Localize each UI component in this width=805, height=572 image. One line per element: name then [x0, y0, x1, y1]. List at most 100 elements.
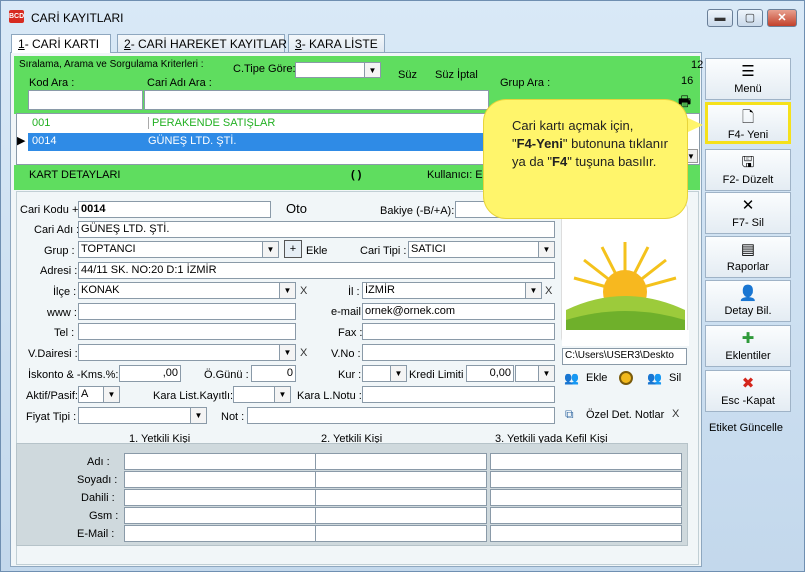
contact2-email-input[interactable]: [315, 525, 487, 542]
chevron-down-icon: ▼: [279, 345, 295, 360]
ogunu-input[interactable]: 0: [251, 365, 296, 382]
cari-adi-ara-input[interactable]: [144, 90, 489, 110]
menu-icon: ☰: [741, 63, 755, 80]
chevron-down-icon: ▼: [364, 63, 380, 77]
chevron-down-icon: ▼: [274, 387, 290, 402]
contact1-adi-input[interactable]: [124, 453, 316, 470]
image-path-field[interactable]: C:\Users\USER3\Deskto: [562, 348, 687, 365]
kredi-limiti-input[interactable]: 0,00: [466, 365, 514, 382]
action-sidebar: ☰ Menü 🗋 F4- Yeni 🖫 F2- Düzelt ✕ F7- Sil…: [705, 52, 791, 452]
www-input[interactable]: [78, 303, 296, 320]
image-ekle-button[interactable]: Ekle: [586, 372, 607, 384]
save-icon: 🖫: [741, 154, 755, 171]
close-button[interactable]: ✕: [767, 9, 797, 27]
notes-icon[interactable]: ⧉: [565, 407, 574, 422]
etiket-guncelle-link[interactable]: Etiket Güncelle: [709, 422, 783, 434]
fiyat-tipi-select[interactable]: ▼: [78, 407, 207, 424]
tab-kara-liste[interactable]: 3- KARA LİSTE: [288, 34, 385, 52]
grup-ekle-button[interactable]: Ekle: [306, 245, 327, 257]
fax-input[interactable]: [362, 323, 555, 340]
tab-cari-hareket[interactable]: 2- CARİ HAREKET KAYITLARI: [117, 34, 290, 52]
contact2-adi-input[interactable]: [315, 453, 487, 470]
contact-row-email: E-Mail :: [77, 528, 115, 540]
iskonto-label: İskonto & -Kms.%:: [28, 369, 119, 381]
webcam-icon[interactable]: [619, 371, 633, 385]
adres-label: Adresi :: [40, 265, 78, 277]
contact1-email-input[interactable]: [124, 525, 316, 542]
window-title: CARİ KAYITLARI: [31, 11, 124, 25]
contact-row-adi: Adı :: [87, 456, 110, 468]
vdairesi-label: V.Dairesi :: [28, 348, 78, 360]
minimize-button[interactable]: ▬: [707, 9, 733, 27]
contact2-gsm-input[interactable]: [315, 507, 487, 524]
ilce-label: İlçe :: [53, 286, 77, 298]
il-clear-icon[interactable]: X: [545, 285, 552, 297]
email-input[interactable]: ornek@ornek.com: [362, 303, 555, 320]
kredi-currency-select[interactable]: ▼: [515, 365, 555, 382]
contact3-soyadi-input[interactable]: [490, 471, 682, 488]
esc-kapat-button[interactable]: ✖ Esc -Kapat: [705, 370, 791, 412]
cari-kodu-input[interactable]: 0014: [78, 201, 271, 218]
kur-select[interactable]: ▼: [362, 365, 407, 382]
f2-duzelt-button[interactable]: 🖫 F2- Düzelt: [705, 149, 791, 191]
grup-add-icon[interactable]: +: [284, 240, 302, 258]
f7-sil-button[interactable]: ✕ F7- Sil: [705, 192, 791, 234]
image-add-icon[interactable]: 👥: [564, 371, 579, 385]
kara-notu-input[interactable]: [362, 386, 555, 403]
oto-label[interactable]: Oto: [286, 201, 307, 216]
contact1-soyadi-input[interactable]: [124, 471, 316, 488]
tel-input[interactable]: [78, 323, 296, 340]
c-tipe-select[interactable]: ▼: [295, 62, 381, 78]
main-window: BCD CARİ KAYITLARI ▬ ▢ ✕ 1- CARİ KARTI 2…: [0, 0, 805, 572]
cari-adi-label: Cari Adı :: [34, 224, 80, 236]
kara-notu-label: Kara L.Notu :: [297, 390, 362, 402]
detail-user-icon: 👤: [738, 285, 758, 302]
contact2-soyadi-input[interactable]: [315, 471, 487, 488]
menu-button[interactable]: ☰ Menü: [705, 58, 791, 100]
il-select[interactable]: İZMİR ▼: [362, 282, 542, 299]
report-icon: ▤: [740, 241, 756, 258]
maximize-button[interactable]: ▢: [737, 9, 763, 27]
chevron-down-icon: ▼: [190, 408, 206, 423]
kara-list-select[interactable]: ▼: [233, 386, 291, 403]
eklentiler-button[interactable]: ✚ Eklentiler: [705, 325, 791, 367]
contact1-dahili-input[interactable]: [124, 489, 316, 506]
cari-adi-input[interactable]: GÜNEŞ LTD. ŞTİ.: [78, 221, 555, 238]
image-remove-icon[interactable]: 👥: [647, 371, 662, 385]
contact3-gsm-input[interactable]: [490, 507, 682, 524]
raporlar-button[interactable]: ▤ Raporlar: [705, 236, 791, 278]
contact3-dahili-input[interactable]: [490, 489, 682, 506]
suz-button[interactable]: Süz: [398, 69, 417, 81]
adres-input[interactable]: 44/11 SK. NO:20 D:1 İZMİR: [78, 262, 555, 279]
vdairesi-select[interactable]: ▼: [78, 344, 296, 361]
refresh-icon[interactable]: ( ): [351, 169, 361, 181]
ilce-clear-icon[interactable]: X: [300, 285, 307, 297]
image-sil-button[interactable]: Sil: [669, 372, 681, 384]
f4-yeni-button[interactable]: 🗋 F4- Yeni: [705, 102, 791, 144]
aktif-pasif-select[interactable]: A ▼: [78, 386, 120, 403]
grup-select[interactable]: TOPTANCI ▼: [78, 241, 279, 258]
kod-ara-input[interactable]: [28, 90, 143, 110]
list-row-selected[interactable]: 0014 GÜNEŞ LTD. ŞTİ.: [28, 133, 498, 151]
ozel-det-notlar-button[interactable]: Özel Det. Notlar: [586, 409, 664, 421]
vdairesi-clear-icon[interactable]: X: [300, 347, 307, 359]
criteria-label: Sıralama, Arama ve Sorgulama Kriterleri …: [19, 59, 204, 70]
cari-tipi-select[interactable]: SATICI ▼: [408, 241, 555, 258]
contact1-gsm-input[interactable]: [124, 507, 316, 524]
il-label: İl :: [348, 286, 360, 298]
aktif-pasif-label: Aktif/Pasif:: [26, 390, 78, 402]
kara-list-kayitli-label: Kara List.Kayıtlı:: [153, 390, 234, 402]
contact3-adi-input[interactable]: [490, 453, 682, 470]
ozel-det-clear-icon[interactable]: X: [672, 408, 679, 420]
vno-input[interactable]: [362, 344, 555, 361]
detay-bil-button[interactable]: 👤 Detay Bil.: [705, 280, 791, 322]
grup-ara-label: Grup Ara :: [500, 77, 551, 89]
not-input[interactable]: [247, 407, 555, 424]
ilce-select[interactable]: KONAK ▼: [78, 282, 296, 299]
not-label: Not :: [221, 411, 245, 423]
suz-iptal-button[interactable]: Süz İptal: [435, 69, 478, 81]
contact2-dahili-input[interactable]: [315, 489, 487, 506]
iskonto-input[interactable]: ,00: [119, 365, 181, 382]
tab-cari-karti[interactable]: 1- CARİ KARTI: [11, 34, 111, 53]
contact3-email-input[interactable]: [490, 525, 682, 542]
